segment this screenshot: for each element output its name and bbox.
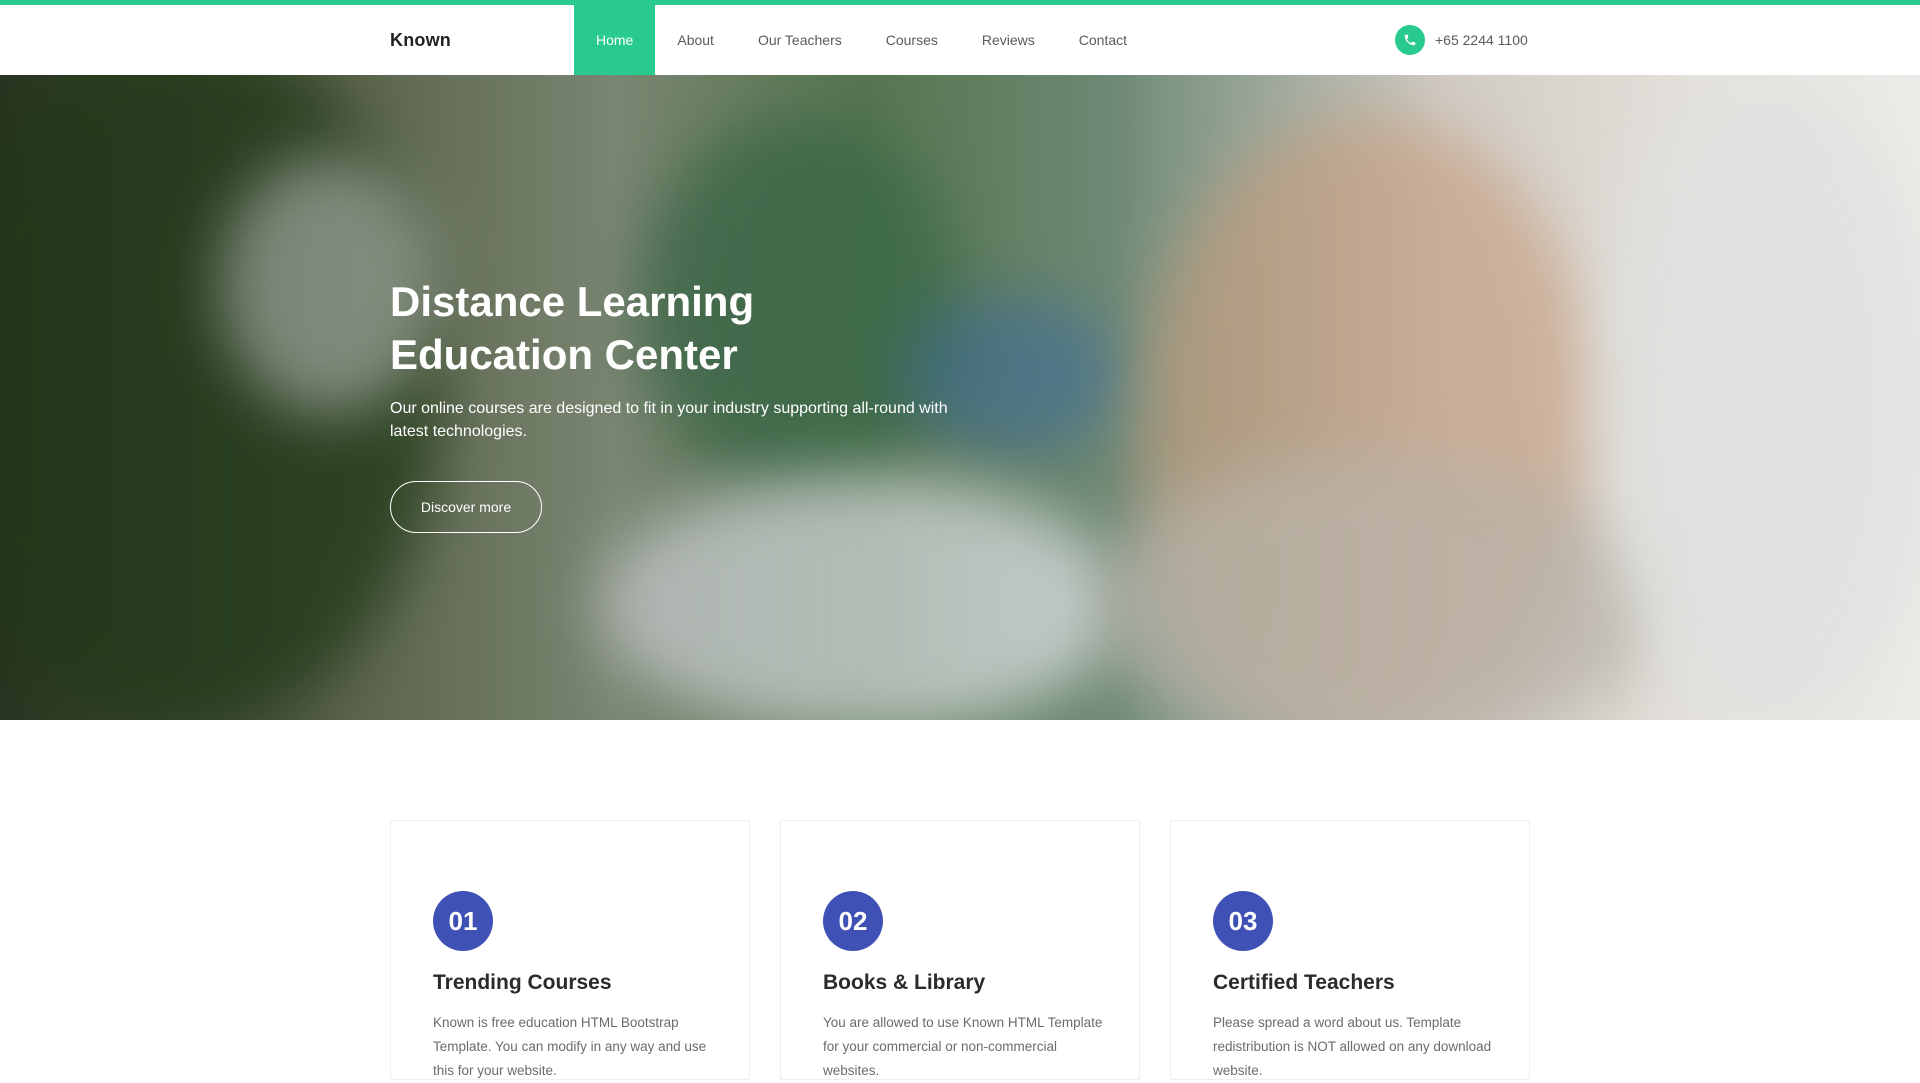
hero-section: Distance Learning Education Center Our o… (0, 75, 1920, 720)
brand-logo[interactable]: Known (390, 5, 451, 75)
main-nav: Home About Our Teachers Courses Reviews … (574, 5, 1149, 75)
feature-description: Please spread a word about us. Template … (1213, 1015, 1492, 1078)
discover-more-button[interactable]: Discover more (390, 481, 542, 533)
hero-title-line-2: Education Center (390, 331, 738, 378)
feature-card: 03 Certified Teachers Please spread a wo… (1170, 820, 1530, 1080)
feature-title: Trending Courses (433, 971, 612, 994)
feature-title: Certified Teachers (1213, 971, 1395, 994)
feature-number-badge: 02 (823, 891, 883, 951)
site-header: Known Home About Our Teachers Courses Re… (0, 5, 1920, 75)
feature-card: 02 Books & Library You are allowed to us… (780, 820, 1140, 1080)
feature-card: 01 Trending Courses Known is free educat… (390, 820, 750, 1080)
feature-number-badge: 01 (433, 891, 493, 951)
hero-title-line-1: Distance Learning (390, 278, 755, 325)
hero-overlay (0, 75, 1920, 720)
nav-item-courses[interactable]: Courses (864, 5, 960, 75)
feature-number-badge: 03 (1213, 891, 1273, 951)
phone-contact[interactable]: +65 2244 1100 (1395, 5, 1528, 75)
hero-title: Distance Learning Education Center (390, 275, 910, 381)
phone-icon (1395, 25, 1425, 55)
features-section: 01 Trending Courses Known is free educat… (390, 820, 1530, 1080)
hero-subtitle: Our online courses are designed to fit i… (390, 400, 948, 440)
nav-item-our-teachers[interactable]: Our Teachers (736, 5, 864, 75)
phone-number: +65 2244 1100 (1435, 32, 1528, 48)
nav-item-home[interactable]: Home (574, 5, 656, 75)
feature-description: Known is free education HTML Bootstrap T… (433, 1015, 707, 1078)
nav-item-about[interactable]: About (655, 5, 736, 75)
feature-title: Books & Library (823, 971, 986, 994)
nav-item-reviews[interactable]: Reviews (960, 5, 1057, 75)
feature-description: You are allowed to use Known HTML Templa… (823, 1015, 1103, 1078)
nav-item-contact[interactable]: Contact (1057, 5, 1149, 75)
